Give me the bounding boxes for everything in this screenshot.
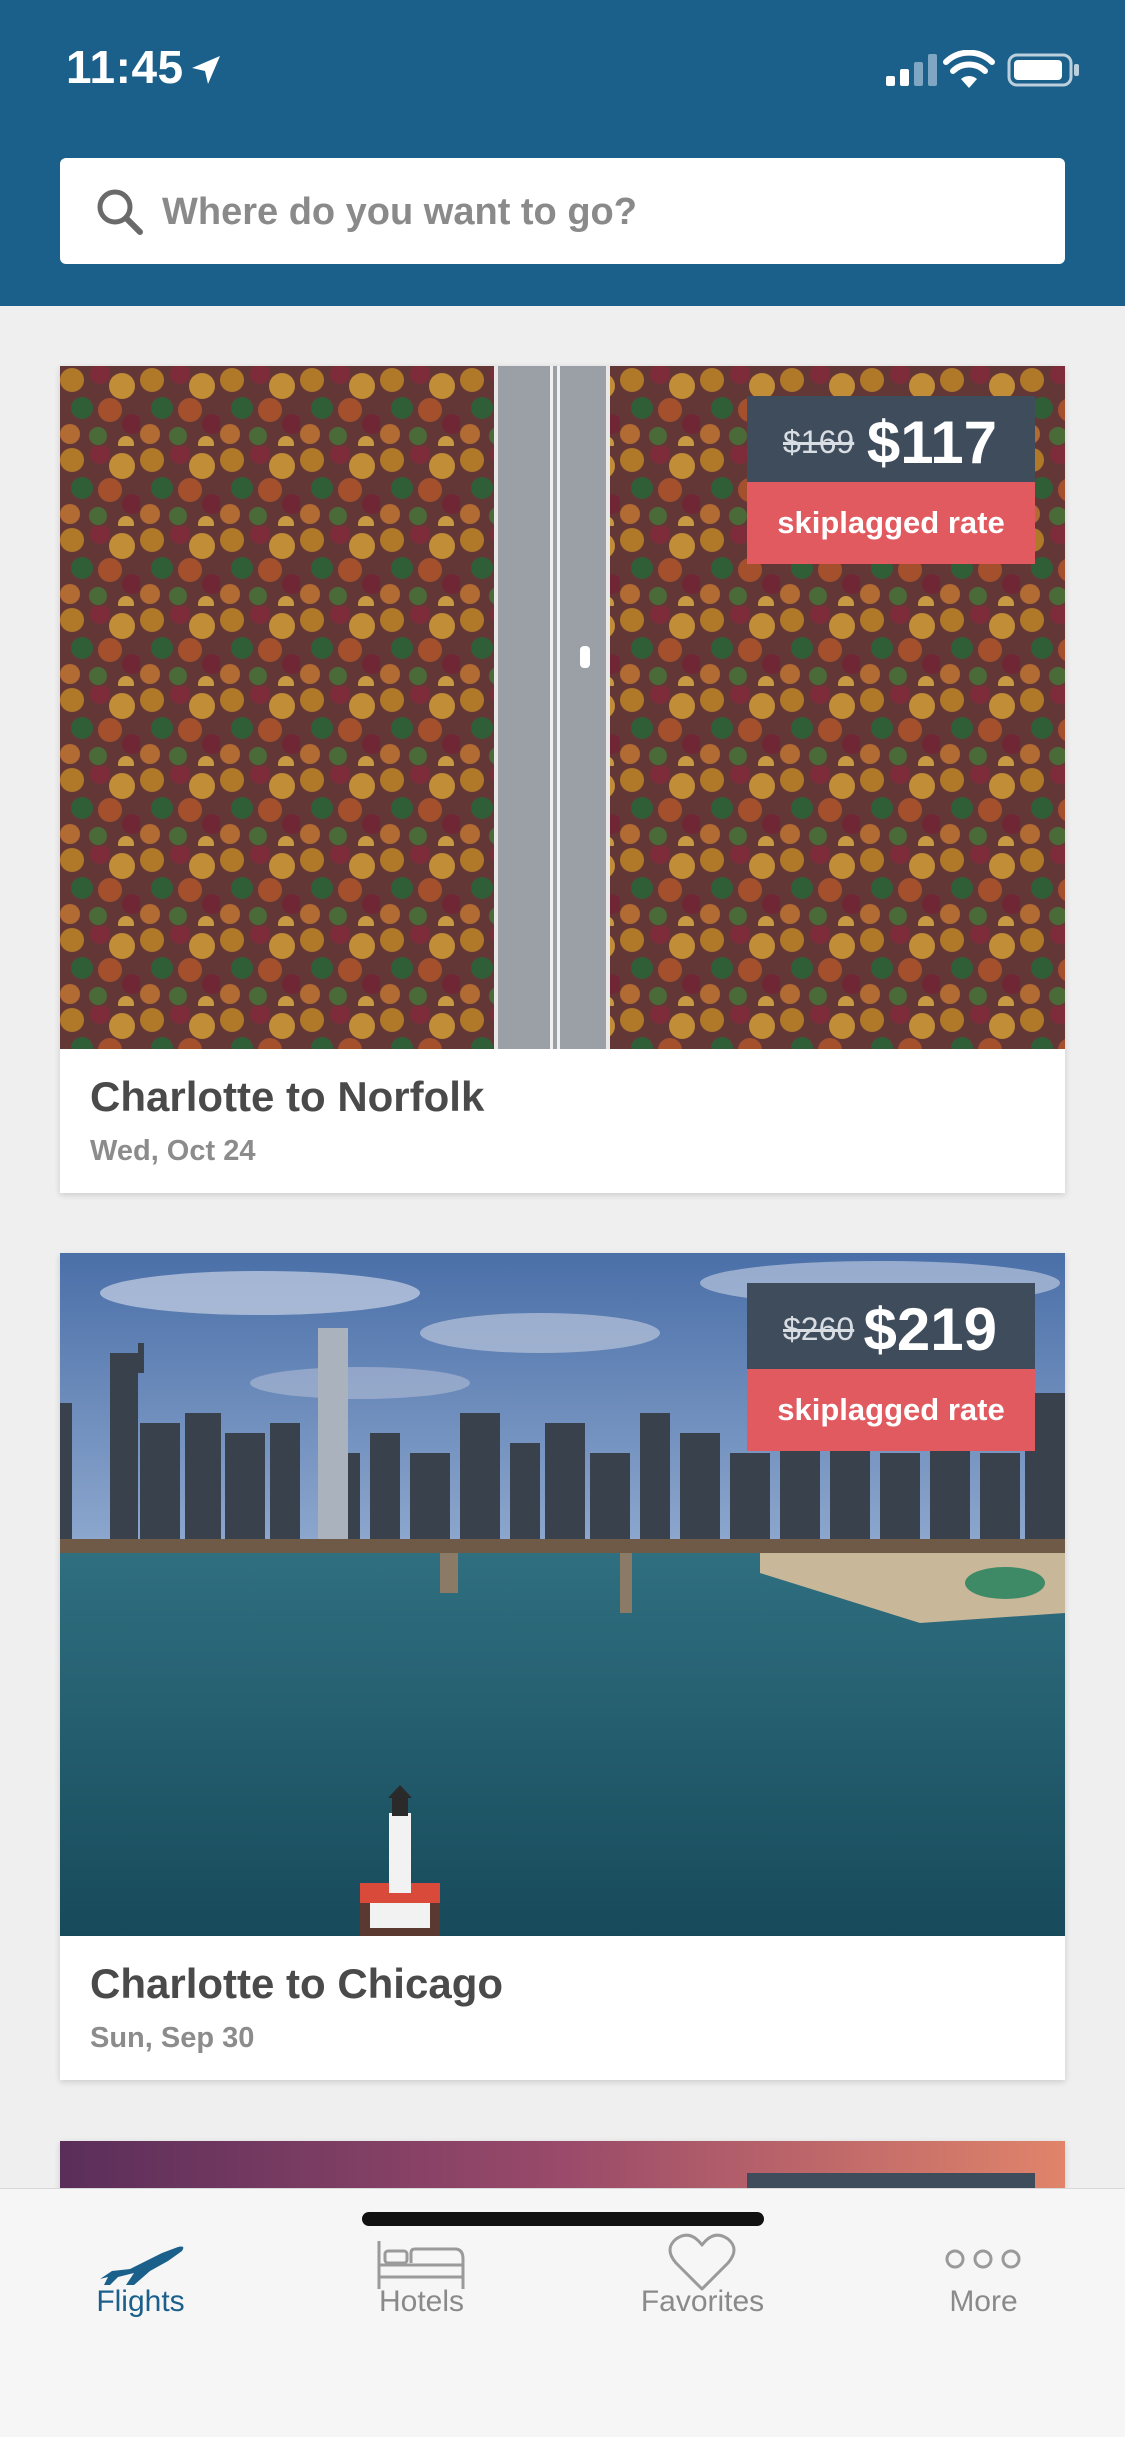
skiplagged-rate-badge: skiplagged rate (747, 482, 1035, 564)
new-price: $117 (866, 409, 997, 476)
tab-label: More (949, 2285, 1018, 2318)
home-indicator (362, 2212, 764, 2226)
skiplagged-rate-badge: skiplagged rate (747, 1369, 1035, 1451)
search-icon (97, 189, 143, 235)
deal-card[interactable]: $260 $219 skiplagged rate Charlotte to C… (60, 1253, 1065, 2080)
price-badge: $169 $117 skiplagged rate (747, 396, 1035, 564)
old-price: $169 (783, 424, 855, 460)
wifi-icon (943, 50, 995, 88)
deal-date: Sun, Sep 30 (90, 2022, 255, 2054)
price-badge: $260 $219 skiplagged rate (747, 1283, 1035, 1451)
price-display: $260 $219 (747, 1283, 1035, 1369)
location-arrow-icon (192, 56, 220, 84)
search-input[interactable] (160, 158, 1044, 266)
deal-card[interactable]: $169 $117 skiplagged rate Charlotte to N… (60, 366, 1065, 1193)
app-header: 11:45 (0, 0, 1125, 306)
deal-title: Charlotte to Chicago (90, 1960, 504, 2007)
tab-label: Favorites (640, 2285, 765, 2318)
old-price: $260 (783, 1311, 855, 1347)
deal-info: Charlotte to Chicago Sun, Sep 30 (60, 1936, 1065, 2080)
new-price: $219 (863, 1296, 997, 1363)
tab-label: Flights (96, 2285, 185, 2318)
deal-info: Charlotte to Norfolk Wed, Oct 24 (60, 1049, 1065, 1193)
tab-more[interactable]: More (843, 2189, 1124, 2389)
deal-title: Charlotte to Norfolk (90, 1073, 485, 1120)
price-display: $169 $117 (747, 396, 1035, 482)
status-time: 11:45 (66, 41, 184, 93)
tab-label: Hotels (378, 2285, 465, 2318)
battery-icon (1007, 53, 1079, 87)
cell-signal-icon (886, 54, 937, 86)
deal-date: Wed, Oct 24 (90, 1135, 256, 1167)
tab-flights[interactable]: Flights (0, 2189, 281, 2389)
search-bar[interactable] (60, 158, 1065, 266)
